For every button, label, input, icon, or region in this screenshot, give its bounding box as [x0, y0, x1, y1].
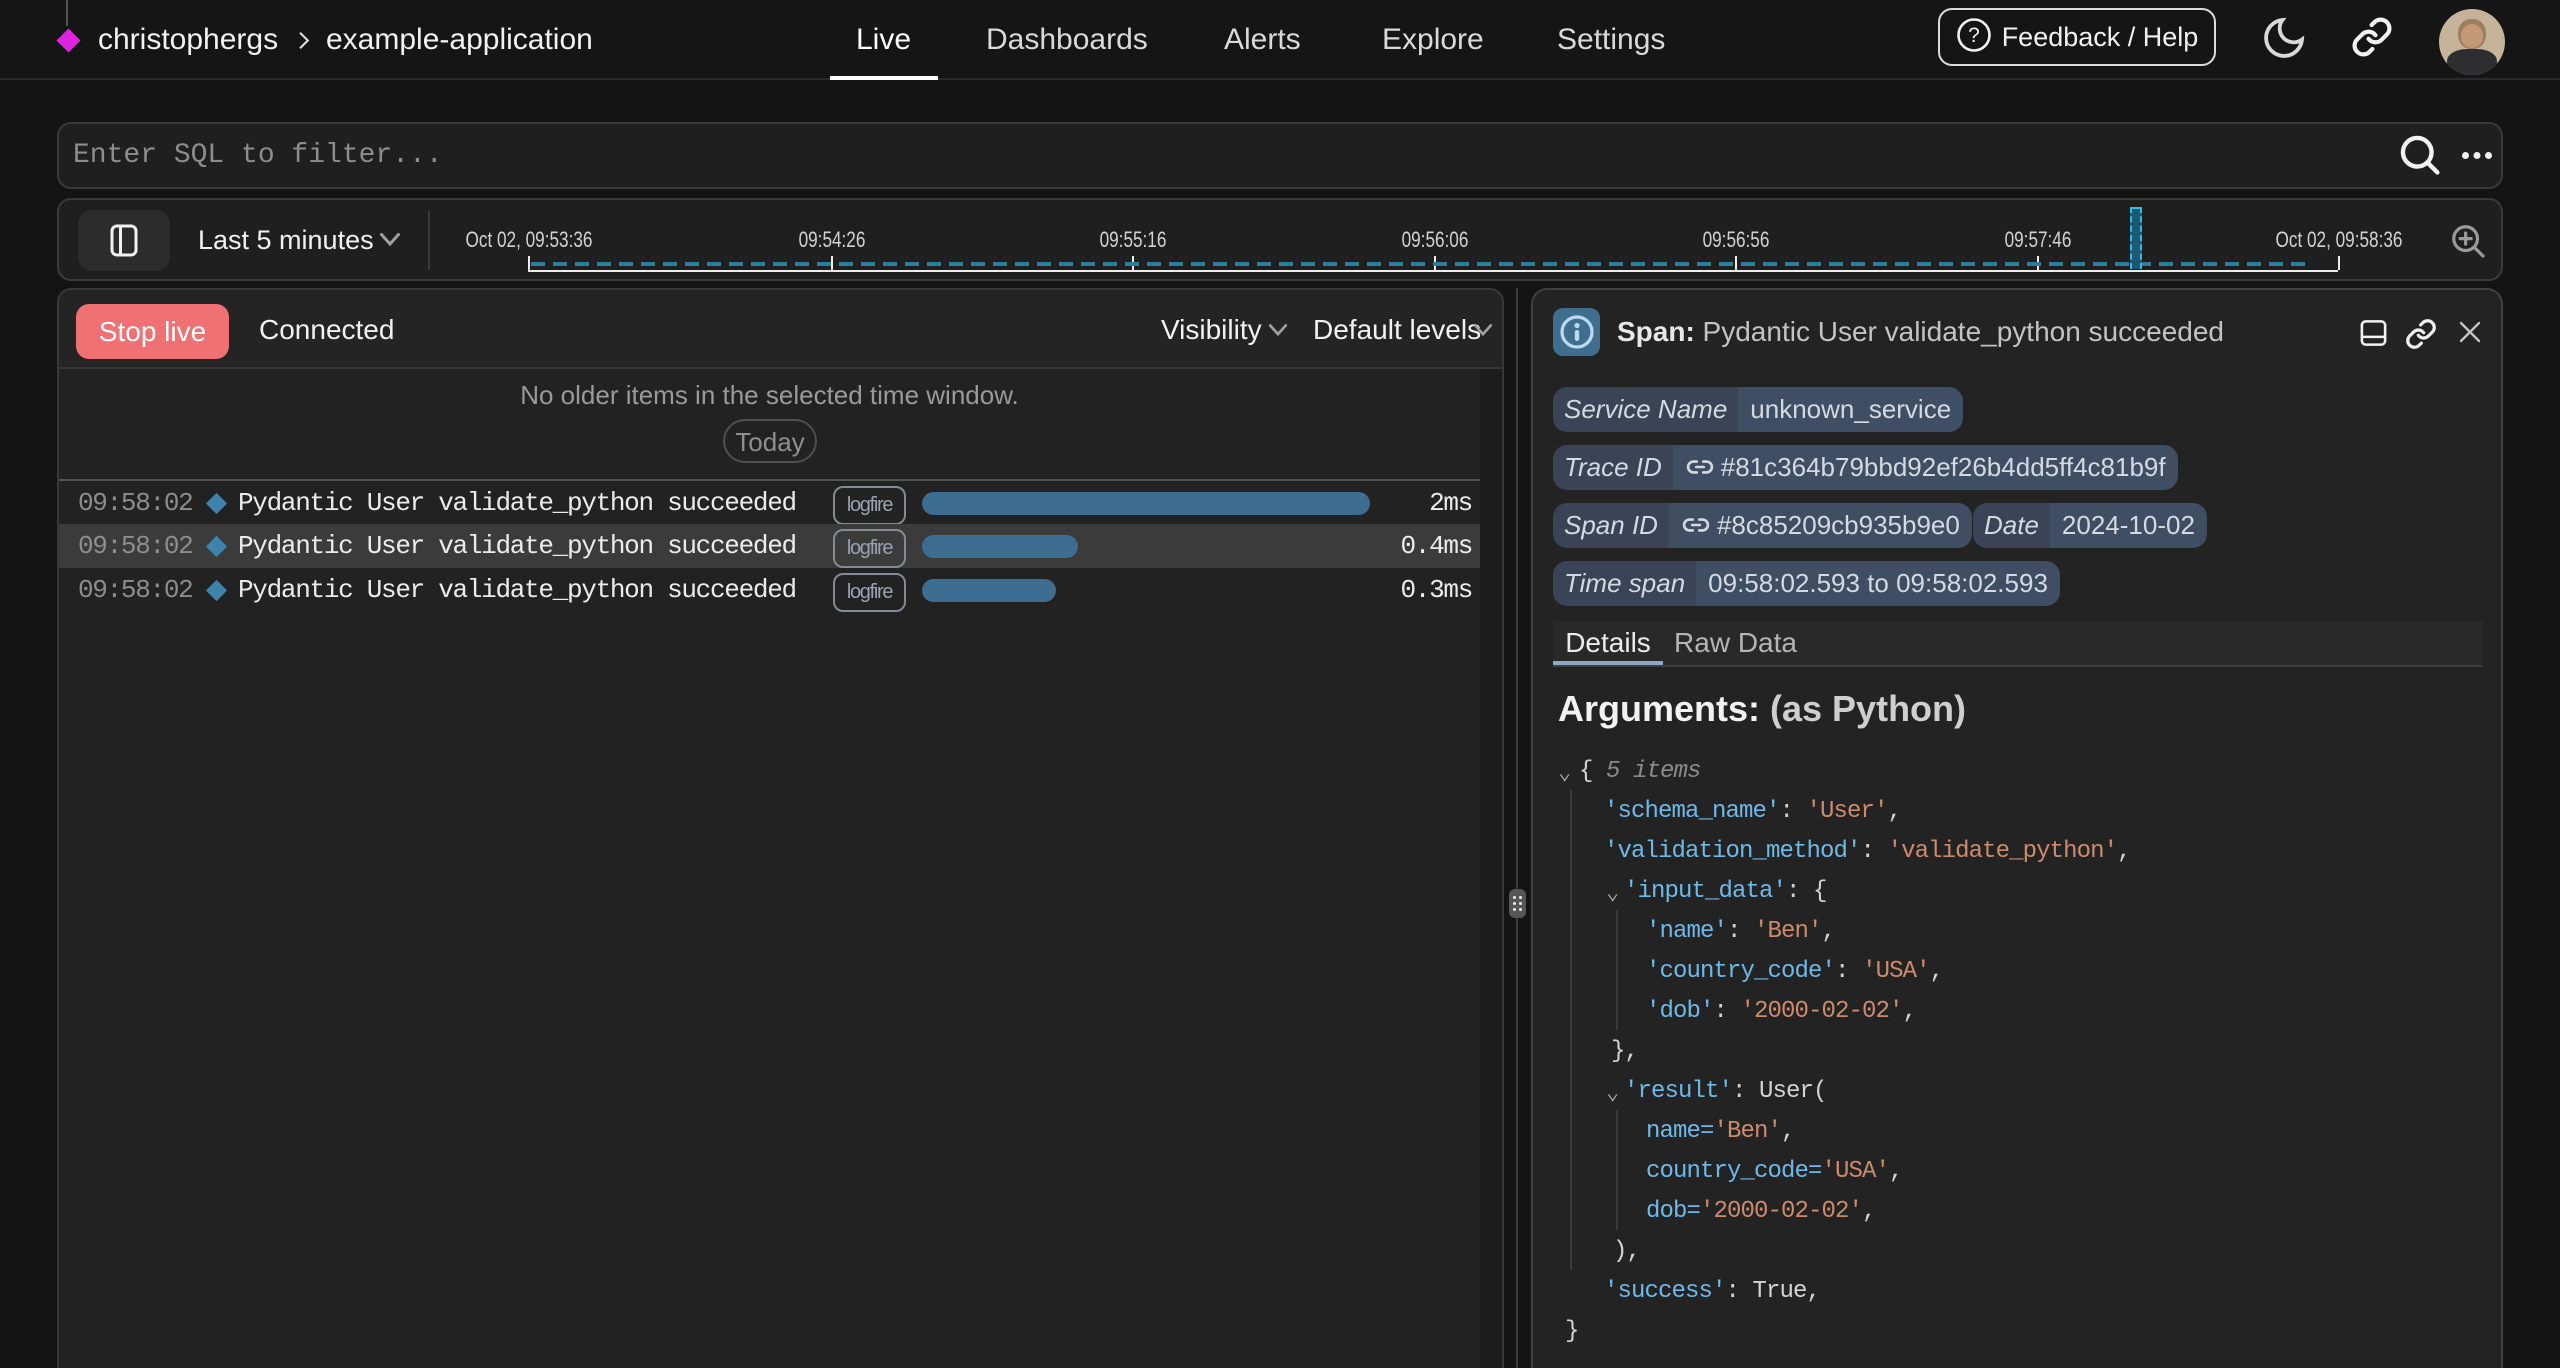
svg-text:?: ? — [1968, 24, 1980, 47]
